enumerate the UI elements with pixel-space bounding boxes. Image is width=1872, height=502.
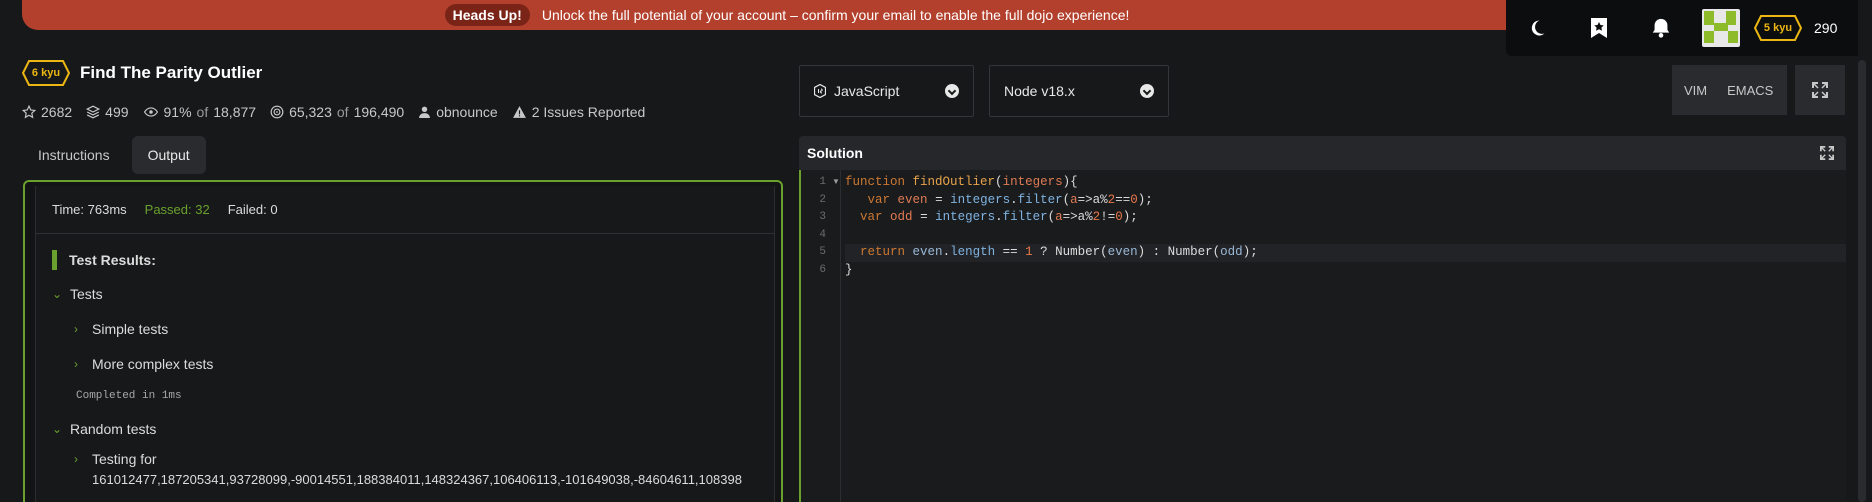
collections-stat[interactable]: 499 <box>86 104 129 120</box>
banner-message[interactable]: Unlock the full potential of your accoun… <box>542 7 1130 23</box>
code-editor[interactable]: 1 2 3 4 5 6 ▼ function findOutlier(integ… <box>799 170 1846 502</box>
emacs-mode-button[interactable]: EMACS <box>1717 65 1788 115</box>
dark-mode-toggle[interactable] <box>1506 0 1568 56</box>
completed-time: Completed in 1ms <box>76 390 182 402</box>
fold-arrow-icon[interactable]: ▼ <box>832 177 840 186</box>
user-icon <box>419 106 431 118</box>
passed-count: Passed: 32 <box>144 202 210 217</box>
bookmark-star-icon <box>1591 18 1607 38</box>
stars-stat[interactable]: 2682 <box>22 104 72 120</box>
chevron-right-icon: › <box>74 452 78 466</box>
issues-link[interactable]: 2 Issues Reported <box>512 104 645 120</box>
test-group-complex[interactable]: › More complex tests <box>52 346 774 381</box>
code-line: var odd = integers.filter(a=>a%2!=0); <box>860 210 1138 224</box>
satisfaction-stat: 91% of 18,877 <box>143 104 256 120</box>
vim-mode-button[interactable]: VIM <box>1672 65 1718 115</box>
test-case-input: 161012477,187205341,93728099,-90014551,1… <box>92 472 742 487</box>
test-group-simple[interactable]: › Simple tests <box>52 311 774 346</box>
page-scrollbar[interactable] <box>1858 60 1866 502</box>
kata-stats: 2682 499 91% of 18,877 65,323 of 196,490… <box>22 104 645 120</box>
line-number: 2 <box>819 193 826 206</box>
email-confirm-banner: Heads Up! Unlock the full potential of y… <box>22 0 1552 30</box>
javascript-icon <box>814 84 826 98</box>
test-group-tests[interactable]: ⌄ Tests <box>52 276 774 311</box>
layers-icon <box>86 105 101 119</box>
code-line-active: return even.length == 1 ? Number(even) :… <box>845 244 1846 262</box>
kata-header: 6 kyu Find The Parity Outlier <box>22 60 262 86</box>
star-icon <box>22 105 36 119</box>
language-select[interactable]: JavaScript <box>799 65 974 117</box>
honor-score: 290 <box>1814 20 1838 36</box>
failed-count: Failed: 0 <box>227 202 278 217</box>
runtime-select[interactable]: Node v18.x <box>989 65 1169 117</box>
line-number: 6 <box>819 263 826 276</box>
test-tree: ⌄ Tests › Simple tests › More complex te… <box>52 276 774 492</box>
bookmarks-button[interactable] <box>1568 0 1630 56</box>
solution-title: Solution <box>807 145 863 161</box>
output-scroll-area[interactable]: Time: 763ms Passed: 32 Failed: 0 Test Re… <box>35 186 775 502</box>
user-toolbar: 5 kyu 290 <box>1506 0 1858 56</box>
user-rank-badge: 5 kyu <box>1754 15 1802 41</box>
chevron-down-icon <box>1140 84 1154 98</box>
completions-stat: 65,323 of 196,490 <box>270 104 404 120</box>
chevron-down-icon: ⌄ <box>52 286 63 301</box>
line-number: 5 <box>819 246 826 258</box>
code-lines: function findOutlier(integers){ var even… <box>845 174 1846 279</box>
expand-icon[interactable] <box>1820 146 1834 160</box>
moon-icon <box>1531 20 1545 36</box>
code-line: var even = integers.filter(a=>a%2==0); <box>867 192 1153 207</box>
code-line: function findOutlier(integers){ <box>845 175 1078 189</box>
chevron-right-icon: › <box>74 356 78 371</box>
results-accent-bar <box>52 250 57 270</box>
test-results: Test Results: ⌄ Tests › Simple tests › M… <box>36 250 774 492</box>
warning-icon <box>512 106 526 118</box>
test-case-random[interactable]: › Testing for <box>52 446 774 472</box>
tab-instructions[interactable]: Instructions <box>22 136 126 174</box>
avatar[interactable] <box>1702 9 1740 47</box>
notifications-button[interactable] <box>1630 0 1692 56</box>
eye-icon <box>143 107 158 117</box>
line-number: 3 <box>819 211 826 223</box>
line-gutter: 1 2 3 4 5 6 <box>801 170 841 502</box>
line-number: 4 <box>819 228 826 241</box>
kata-rank-badge: 6 kyu <box>22 60 70 86</box>
output-panel: Time: 763ms Passed: 32 Failed: 0 Test Re… <box>23 180 783 502</box>
test-group-random[interactable]: ⌄ Random tests <box>52 411 774 446</box>
target-icon <box>270 105 284 119</box>
bell-icon <box>1652 18 1670 38</box>
author-link[interactable]: obnounce <box>418 104 498 120</box>
tab-output[interactable]: Output <box>131 136 206 174</box>
kata-title: Find The Parity Outlier <box>80 63 263 82</box>
heads-up-pill: Heads Up! <box>444 4 530 26</box>
fullscreen-button[interactable] <box>1795 65 1846 115</box>
kata-tabs: Instructions Output <box>22 136 206 174</box>
code-line: } <box>845 262 853 277</box>
chevron-down-icon: ⌄ <box>52 421 63 436</box>
expand-icon <box>1812 82 1829 98</box>
test-results-title: Test Results: <box>52 250 774 270</box>
editor-modes: VIM EMACS <box>1672 65 1846 115</box>
chevron-right-icon: › <box>74 321 78 336</box>
time-label: Time: 763ms <box>52 202 127 217</box>
solution-header: Solution <box>799 136 1846 170</box>
chevron-down-icon <box>945 84 959 98</box>
test-summary: Time: 763ms Passed: 32 Failed: 0 <box>36 186 774 234</box>
